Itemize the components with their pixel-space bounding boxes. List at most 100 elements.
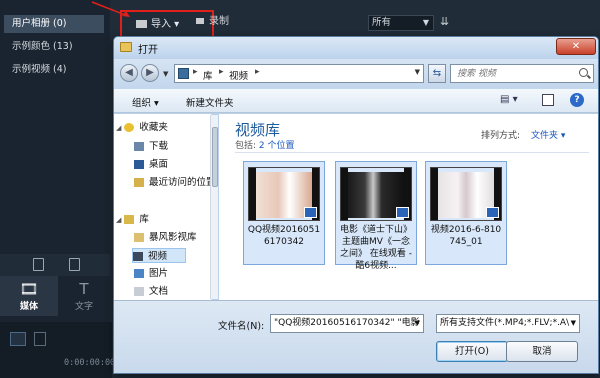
video-thumbnail [340, 167, 412, 221]
remove-album-icon[interactable] [69, 258, 80, 271]
library-subtitle-prefix: 包括: [235, 141, 259, 151]
nav-label: 桌面 [149, 159, 169, 170]
open-button[interactable]: 打开(O) [436, 341, 508, 362]
dialog-title: 打开 [138, 45, 158, 56]
recent-pages-icon[interactable]: ▼ [163, 70, 168, 78]
album-toolbar [0, 254, 110, 276]
document-icon [134, 287, 144, 296]
library-locations-link[interactable]: 2 个位置 [259, 141, 295, 151]
filetype-value: 所有支持文件(*.MP4;*.FLV;*.A\ [440, 318, 570, 328]
chevron-down-icon: ◢ [116, 216, 122, 224]
chevron-down-icon[interactable]: ▼ [570, 315, 576, 332]
file-tile[interactable]: QQ视频20160516170342 [243, 161, 325, 265]
divider [235, 152, 589, 153]
back-button[interactable]: ◀ [120, 64, 138, 82]
open-file-dialog: 打开 ✕ ◀ ▶ ▼ ▸ 库 ▸ 视频 ▸ ▼ ⇆ 组织 ▾ 新建文件夹 ▤ ▾… [113, 36, 599, 374]
filename-value: "QQ视频20160516170342" "电影 [274, 318, 420, 328]
nav-label: 图片 [149, 268, 169, 279]
breadcrumb-separator-icon[interactable]: ▸ [219, 67, 224, 77]
video-file-icon [486, 207, 499, 218]
folder-icon [136, 20, 147, 28]
tab-text[interactable]: T 文字 [58, 276, 110, 316]
timeline-mode-button[interactable] [10, 332, 26, 346]
nav-item-libraries[interactable]: ◢ 库 [116, 212, 149, 227]
new-folder-button[interactable]: 新建文件夹 [186, 95, 234, 109]
navigation-pane: ◢ 收藏夹 下载 桌面 最近访问的位置 ◢ 库 暴风影视库 视频 图片 文档 [114, 114, 212, 300]
refresh-button[interactable]: ⇆ [428, 64, 446, 83]
search-icon[interactable] [579, 68, 588, 77]
help-icon[interactable]: ? [570, 93, 584, 107]
search-input[interactable] [451, 65, 575, 82]
recent-places-icon [134, 178, 144, 187]
nav-label: 最近访问的位置 [149, 177, 212, 188]
filename-label: 文件名(N): [218, 321, 265, 332]
file-tile[interactable]: 电影《道士下山》主题曲MV《一念之间》 在线观看 - 酷6视频... [335, 161, 417, 271]
video-file-icon [396, 207, 409, 218]
command-bar: 组织 ▾ 新建文件夹 ▤ ▾ ? [114, 89, 598, 113]
storyboard-mode-button[interactable] [34, 332, 46, 346]
library-subtitle: 包括: 2 个位置 [235, 138, 295, 151]
sort-label: 排列方式: [481, 131, 521, 141]
sort-icon[interactable]: ⇊ [440, 15, 449, 28]
nav-label: 收藏夹 [139, 122, 168, 133]
tab-media[interactable]: 🎞 媒体 [0, 276, 58, 316]
nav-item-downloads[interactable]: 下载 [134, 139, 168, 154]
cancel-button[interactable]: 取消 [506, 341, 578, 362]
file-name: QQ视频20160516170342 [247, 225, 321, 247]
nav-item-recent[interactable]: 最近访问的位置 [134, 175, 212, 190]
add-album-icon[interactable] [33, 258, 44, 271]
chevron-down-icon[interactable]: ▼ [415, 68, 420, 76]
nav-item-storm[interactable]: 暴风影视库 [134, 230, 197, 245]
filetype-select[interactable]: 所有支持文件(*.MP4;*.FLV;*.A\ ▼ [436, 314, 580, 333]
close-button[interactable]: ✕ [556, 38, 596, 55]
nav-label: 文档 [149, 286, 169, 297]
filter-select[interactable]: 所有 ▼ [368, 15, 434, 31]
nav-scrollbar[interactable] [210, 115, 218, 299]
file-tile[interactable]: 视频2016-6-810745_01 [425, 161, 507, 265]
video-file-icon [304, 207, 317, 218]
filename-field[interactable]: "QQ视频20160516170342" "电影 ▼ [270, 314, 424, 333]
file-name: 视频2016-6-810745_01 [430, 225, 502, 247]
library-title: 视频库 [235, 121, 281, 139]
sort-dropdown[interactable]: 文件夹 ▾ [531, 128, 565, 141]
breadcrumb-separator-icon[interactable]: ▸ [193, 67, 198, 77]
forward-button[interactable]: ▶ [141, 64, 159, 82]
scrollbar-thumb[interactable] [212, 127, 218, 187]
desktop-icon [134, 160, 144, 169]
dialog-title-bar: 打开 ✕ [114, 37, 598, 59]
organize-button[interactable]: 组织 ▾ [132, 95, 159, 109]
filmstrip-edge [431, 168, 438, 220]
file-name: 电影《道士下山》主题曲MV《一念之间》 在线观看 - 酷6视频... [339, 225, 412, 271]
filter-value: 所有 [372, 17, 392, 28]
tab-media-label: 媒体 [19, 302, 38, 312]
chevron-down-icon: ▼ [422, 18, 429, 27]
breadcrumb-separator-icon[interactable]: ▸ [255, 67, 260, 77]
chevron-down-icon[interactable]: ▼ [415, 315, 420, 332]
album-item-sample-videos[interactable]: 示例视频 (4) [4, 61, 104, 79]
record-button[interactable]: 录制 [196, 14, 229, 30]
nav-item-favorites[interactable]: ◢ 收藏夹 [116, 120, 168, 135]
nav-item-documents[interactable]: 文档 [134, 284, 168, 299]
video-icon [133, 252, 143, 261]
album-item-sample-colors[interactable]: 示例颜色 (13) [4, 38, 104, 56]
annotation-arrow [91, 1, 130, 17]
address-row: ◀ ▶ ▼ ▸ 库 ▸ 视频 ▸ ▼ ⇆ [114, 59, 598, 89]
video-thumbnail [430, 167, 502, 221]
preview-pane-icon[interactable] [542, 94, 554, 106]
film-icon: 🎞 [19, 280, 39, 298]
nav-item-videos[interactable]: 视频 [132, 248, 187, 263]
nav-item-pictures[interactable]: 图片 [134, 266, 168, 281]
breadcrumb-videos[interactable]: 视频 [229, 68, 248, 82]
record-label: 录制 [209, 16, 229, 27]
nav-label: 库 [139, 214, 149, 225]
timeline-toolbar [0, 322, 112, 378]
address-bar[interactable]: ▸ 库 ▸ 视频 ▸ ▼ [174, 64, 424, 83]
view-options-icon[interactable]: ▤ ▾ [500, 94, 522, 108]
library-icon [178, 68, 189, 79]
nav-item-desktop[interactable]: 桌面 [134, 157, 168, 172]
breadcrumb-libraries[interactable]: 库 [203, 68, 213, 82]
picture-icon [134, 269, 144, 278]
import-label: 导入 [151, 19, 171, 30]
filmstrip-edge [341, 168, 348, 220]
text-icon: T [79, 280, 89, 298]
